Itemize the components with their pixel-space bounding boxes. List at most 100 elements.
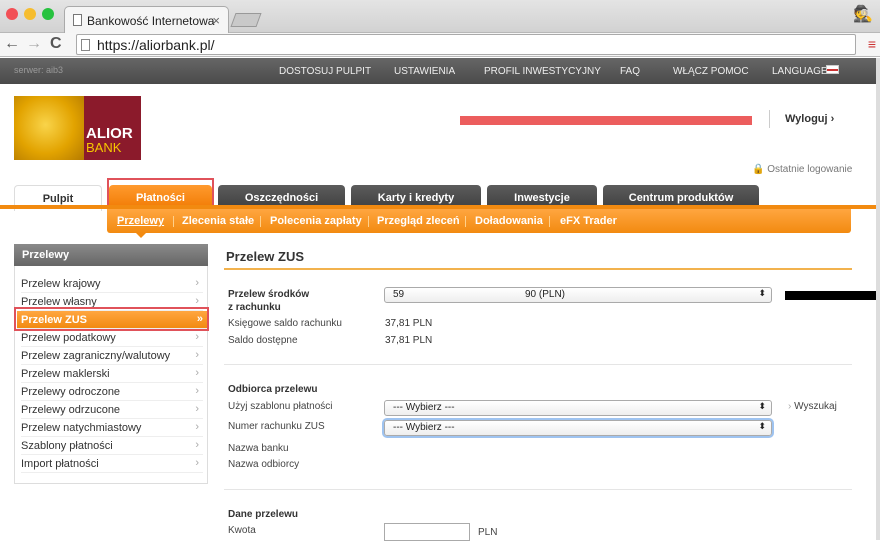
section-divider [224, 364, 852, 365]
sidebar-item-label: Szablony płatności [21, 440, 113, 452]
page-title: Przelew ZUS [226, 249, 305, 264]
sidebar-item-label: Przelew krajowy [21, 278, 101, 290]
account-number-suffix: 90 (PLN) [525, 289, 566, 300]
sidebar-item-przelew-krajowy[interactable]: Przelew krajowy › [21, 275, 203, 293]
sidebar-item-import-platnosci[interactable]: Import płatności › [21, 455, 203, 473]
subtab-przelewy[interactable]: Przelewy [117, 215, 164, 227]
amount-label: Kwota [228, 525, 256, 536]
browser-menu-icon[interactable]: ≡ [868, 36, 876, 52]
topbar-link-help[interactable]: WŁĄCZ POMOC [673, 66, 749, 77]
sidebar-item-przelew-zagraniczny[interactable]: Przelew zagraniczny/walutowy › [21, 347, 203, 365]
logout-link[interactable]: Wyloguj › [785, 113, 834, 125]
transfer-details-header: Dane przelewu [228, 509, 299, 520]
lock-icon: 🔒 [752, 164, 765, 175]
subtab-doladowania[interactable]: Doładowania [475, 215, 543, 227]
page-icon [73, 14, 82, 26]
sidebar-item-szablony-platnosci[interactable]: Szablony płatności › [21, 437, 203, 455]
sidebar-item-label: Import płatności [21, 458, 99, 470]
search-link[interactable]: › Wyszukaj [788, 401, 837, 412]
subnav-divider [368, 216, 369, 227]
account-number-prefix: 59 [393, 289, 405, 300]
redacted-user-name [460, 116, 752, 125]
incognito-icon: 🕵 [853, 6, 873, 23]
subtab-polecenia-zaplaty[interactable]: Polecenia zapłaty [270, 215, 362, 227]
sidebar-title: Przelewy [14, 244, 208, 266]
zus-account-select-value: --- Wybierz --- [393, 422, 455, 433]
sidebar-item-przelew-maklerski[interactable]: Przelew maklerski › [21, 365, 203, 383]
subtab-zlecenia-stale[interactable]: Zlecenia stałe [182, 215, 254, 227]
currency-label: PLN [478, 527, 498, 538]
amount-input[interactable] [384, 523, 470, 541]
site-topbar: serwer: aib3 DOSTOSUJ PULPIT USTAWIENIA … [0, 58, 880, 84]
chevron-right-icon: › [195, 331, 199, 343]
template-label: Użyj szablonu płatności [228, 401, 333, 412]
chevron-right-icon: › [195, 439, 199, 451]
browser-tabbar: Bankowość Internetowa × 🕵 [0, 0, 880, 34]
topbar-link-customize[interactable]: DOSTOSUJ PULPIT [279, 66, 371, 77]
subnav-divider [549, 216, 550, 227]
zus-account-label: Numer rachunku ZUS [228, 421, 325, 432]
address-url[interactable]: https://aliorbank.pl/ [97, 37, 215, 53]
topbar-link-settings[interactable]: USTAWIENIA [394, 66, 455, 77]
sidebar-item-label: Przelewy odrzucone [21, 404, 121, 416]
subtab-przeglad-zlecen[interactable]: Przegląd zleceń [377, 215, 460, 227]
sub-navigation: Przelewy Zlecenia stałe Polecenia zapłat… [107, 209, 851, 233]
sidebar-item-label: Przelew natychmiastowy [21, 422, 142, 434]
browser-toolbar: ← → C https://aliorbank.pl/ ≡ [0, 33, 880, 57]
sidebar-item-przelew-podatkowy[interactable]: Przelew podatkowy › [21, 329, 203, 347]
back-icon[interactable]: ← [4, 35, 20, 53]
subnav-divider [260, 216, 261, 227]
section-divider [224, 489, 852, 490]
template-select[interactable]: --- Wybierz --- ⬍ [384, 400, 772, 416]
browser-tab-title: Bankowość Internetowa [87, 14, 215, 28]
sidebar-item-przelewy-odrzucone[interactable]: Przelewy odrzucone › [21, 401, 203, 419]
available-balance-label: Saldo dostępne [228, 335, 298, 346]
title-underline [224, 268, 852, 270]
maximize-window-icon[interactable] [42, 8, 54, 20]
sidebar-item-label: Przelew podatkowy [21, 332, 116, 344]
close-window-icon[interactable] [6, 8, 18, 20]
page-icon [81, 39, 90, 51]
chevron-right-icon: › [195, 457, 199, 469]
sidebar-item-label: Przelew zagraniczny/walutowy [21, 350, 171, 362]
chevron-right-icon: › [195, 349, 199, 361]
subtab-efx-trader[interactable]: eFX Trader [560, 215, 617, 227]
template-select-value: --- Wybierz --- [393, 402, 455, 413]
minimize-window-icon[interactable] [24, 8, 36, 20]
highlight-przelew-zus [14, 307, 209, 331]
sidebar-item-label: Przelew maklerski [21, 368, 110, 380]
source-account-select[interactable]: 59 90 (PLN) ⬍ [384, 287, 880, 303]
topbar-link-faq[interactable]: FAQ [620, 66, 640, 77]
address-bar[interactable]: https://aliorbank.pl/ [76, 34, 856, 55]
bank-name-label: Nazwa banku [228, 443, 289, 454]
sidebar-item-przelew-natychmiastowy[interactable]: Przelew natychmiastowy › [21, 419, 203, 437]
alior-bank-logo[interactable]: ALIOR BANK [14, 96, 141, 160]
page-scrollbar[interactable] [876, 58, 880, 540]
source-account-label-2: z rachunku [228, 302, 281, 313]
chevron-right-icon: › [195, 277, 199, 289]
subnav-divider [465, 216, 466, 227]
topbar-link-investment-profile[interactable]: PROFIL INWESTYCYJNY [484, 66, 601, 77]
sidebar-item-przelewy-odroczone[interactable]: Przelewy odroczone › [21, 383, 203, 401]
reload-icon[interactable]: C [50, 35, 62, 53]
search-link-label: Wyszukaj [794, 401, 837, 412]
select-arrows-icon: ⬍ [758, 401, 766, 411]
zus-account-select[interactable]: --- Wybierz --- ⬍ [384, 420, 772, 436]
sidebar-menu: Przelew krajowy › Przelew własny › Przelew… [14, 266, 208, 484]
sidebar-item-label: Przelewy odroczone [21, 386, 121, 398]
select-arrows-icon: ⬍ [758, 288, 766, 298]
logout-arrow-icon: › [830, 113, 835, 125]
new-tab-button[interactable] [230, 13, 262, 27]
last-login-link[interactable]: 🔒 Ostatnie logowanie [752, 164, 852, 175]
topbar-link-language[interactable]: LANGUAGE [772, 66, 828, 77]
uk-flag-icon[interactable] [826, 65, 839, 74]
server-label: serwer: aib3 [14, 65, 64, 75]
close-tab-icon[interactable]: × [212, 13, 220, 28]
browser-tab[interactable]: Bankowość Internetowa × [64, 6, 229, 34]
chevron-right-icon: › [195, 403, 199, 415]
logout-label: Wyloguj [785, 113, 828, 125]
forward-icon[interactable]: → [26, 35, 42, 53]
chevron-right-icon: › [195, 385, 199, 397]
subnav-divider [173, 216, 174, 227]
last-login-label: Ostatnie logowanie [767, 164, 853, 175]
